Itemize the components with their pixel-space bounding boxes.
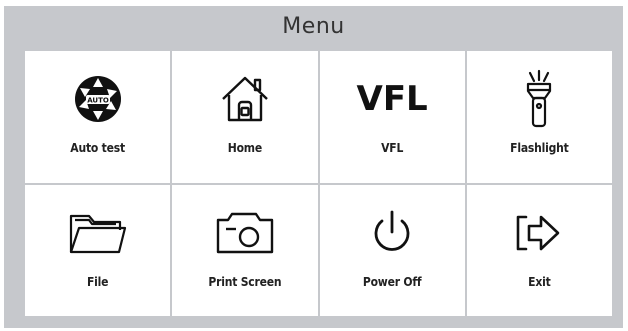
menu-item-label: Home <box>227 141 262 155</box>
exit-arrow-icon <box>517 215 560 250</box>
home-icon <box>222 76 268 122</box>
menu-grid: AUTO Auto test Home VFL VFL Flashlight F… <box>25 51 612 316</box>
auto-badge-text: AUTO <box>87 96 109 104</box>
vfl-text-icon: VFL <box>356 79 428 119</box>
menu-panel: Menu AUTO Auto test Home VFL VFL Flashli… <box>4 6 623 328</box>
menu-item-label: Power Off <box>362 274 422 289</box>
aperture-auto-icon: AUTO <box>74 76 121 122</box>
camera-icon <box>216 212 274 253</box>
power-icon <box>374 210 410 251</box>
menu-item-print-screen[interactable]: Print Screen <box>172 184 318 316</box>
menu-item-label: Print Screen <box>208 274 282 289</box>
folder-icon <box>69 214 126 253</box>
menu-item-exit[interactable]: Exit <box>466 184 612 316</box>
menu-title: Menu <box>282 14 345 39</box>
menu-item-file[interactable]: File <box>25 184 171 316</box>
menu-item-auto-test[interactable]: AUTO Auto test <box>25 51 171 183</box>
menu-item-label: Auto test <box>70 141 125 155</box>
menu-item-label: Exit <box>528 274 551 289</box>
menu-item-label: VFL <box>381 141 404 155</box>
menu-item-label: File <box>86 274 109 289</box>
menu-item-home[interactable]: Home <box>172 51 318 183</box>
menu-item-power-off[interactable]: Power Off <box>319 184 465 316</box>
menu-item-vfl[interactable]: VFL VFL <box>319 51 465 183</box>
flashlight-icon <box>527 69 552 128</box>
menu-item-label: Flashlight <box>510 141 569 155</box>
menu-item-flashlight[interactable]: Flashlight <box>466 51 612 183</box>
